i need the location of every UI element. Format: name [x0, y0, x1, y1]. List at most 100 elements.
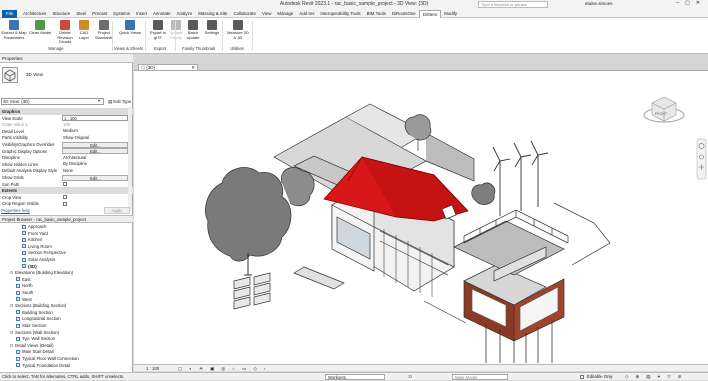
view-icon — [16, 297, 20, 302]
property-value[interactable]: None — [62, 168, 128, 174]
chevron-down-icon[interactable]: ▾ — [98, 98, 100, 104]
property-value[interactable]: 1 : 100 — [62, 115, 128, 122]
view-icon — [16, 316, 20, 321]
browser-item-label: Building Section — [22, 309, 53, 315]
view-scale[interactable]: 1 : 100 — [146, 365, 159, 372]
browser-item[interactable]: ⊟ Elevations (Building Elevation) — [10, 270, 73, 277]
property-value[interactable]: Architectural — [62, 155, 128, 161]
browser-item-label: Section Perspective — [28, 250, 66, 256]
view-icon — [16, 277, 20, 282]
browser-item[interactable]: ⊟ Detail Views (Detail) — [10, 343, 54, 350]
view-selector-dropdown[interactable]: 3D View: {3D} — [1, 98, 104, 105]
browser-item[interactable]: Longitudinal Section — [16, 316, 61, 323]
viewcube[interactable]: FRONT — [643, 96, 685, 123]
property-value[interactable]: Edit... — [62, 141, 128, 148]
update-family-button[interactable]: Update Family — [168, 20, 184, 40]
browser-item[interactable]: ⊟ Sections (Building Section) — [10, 303, 66, 310]
browser-item[interactable]: Solar Analysis — [22, 257, 55, 264]
design-option-dropdown[interactable]: Main Model — [452, 374, 508, 380]
workset-dropdown[interactable]: Workset1 — [325, 374, 385, 380]
batch-update-button[interactable]: Batch Update — [185, 20, 201, 40]
search-input[interactable]: Type a keyword or phrase — [478, 1, 548, 8]
status-bar: Click to select, TAB for alternates, CTR… — [0, 372, 708, 380]
ribbon-button-label: Delete Revision Clouds — [57, 30, 73, 44]
browser-item-label: Detail Views (Detail) — [15, 342, 54, 348]
properties-help-link[interactable]: Properties help — [1, 208, 30, 213]
properties-header: Properties — [0, 54, 133, 63]
delete-revision-clouds-button[interactable]: Delete Revision Clouds — [54, 20, 76, 45]
properties-scrollbar[interactable] — [128, 107, 132, 210]
browser-item[interactable]: ⊟ Sections (Wall Section) — [10, 330, 59, 337]
settings-button[interactable]: Settings — [202, 20, 222, 36]
property-checkbox[interactable] — [63, 182, 67, 187]
browser-item[interactable]: South — [16, 290, 33, 297]
ribbon-group-label: Export — [153, 46, 167, 51]
property-checkbox[interactable] — [63, 195, 67, 200]
ribbon-button-label: Extract & Map Parameters — [1, 30, 27, 40]
browser-item[interactable]: From Yard — [22, 231, 48, 238]
view-icon — [22, 237, 26, 242]
cad-layer-button[interactable]: CAD Layer — [76, 20, 92, 40]
browser-item-label: Longitudinal Section — [22, 316, 61, 322]
view-icon — [22, 257, 26, 262]
browser-item-label: Typical Foundation Detail — [22, 362, 71, 368]
browser-item[interactable]: Typical Floor Wall Connection — [16, 356, 79, 363]
browser-item[interactable]: Kitchen — [22, 237, 42, 244]
update-family-icon — [171, 20, 181, 30]
browser-item-label: Main Stair Detail — [22, 349, 54, 355]
property-value[interactable]: Show Original — [62, 135, 128, 141]
apply-button[interactable]: Apply — [104, 207, 130, 214]
measure-2d-3d-button[interactable]: Measure 2D & 3D — [226, 20, 250, 40]
quick-views-button[interactable]: Quick Views — [116, 20, 144, 36]
browser-item-label: East — [22, 276, 31, 282]
browser-item[interactable]: Main Stair Detail — [16, 349, 54, 356]
view-icon — [22, 224, 26, 229]
view-type-icon — [2, 67, 18, 83]
navigation-bar[interactable] — [696, 138, 707, 180]
viewcube-face-label: FRONT — [655, 112, 668, 116]
user-account[interactable]: elaine.simoes — [585, 1, 613, 6]
ribbon-button-label: Quick Views — [119, 30, 141, 35]
browser-item[interactable]: East — [16, 277, 31, 284]
extract-map-parameters-button[interactable]: Extract & Map Parameters — [1, 20, 27, 40]
3d-viewport[interactable]: FRONT — [134, 71, 708, 364]
browser-item[interactable]: {3D} — [22, 264, 37, 271]
property-value[interactable]: Edit... — [62, 174, 128, 181]
browser-item[interactable]: Building Section — [16, 310, 53, 317]
clean-model-button[interactable]: Clean Model — [28, 20, 52, 36]
view-control-icons[interactable]: ▢ ◐ ☀ ▣ ◎ ⌂ ▭ ◇ › — [178, 365, 268, 372]
file-menu-button[interactable]: File — [2, 10, 17, 18]
browser-item[interactable]: Stair Section — [16, 323, 46, 330]
project-standards-icon — [99, 20, 109, 30]
view-icon — [22, 250, 26, 255]
browser-item-label: Approach — [28, 224, 47, 229]
title-bar: Autodesk Revit 2023.1 - rac_basic_sample… — [0, 0, 708, 9]
view-icon — [16, 349, 20, 354]
browser-item[interactable]: Approach — [22, 224, 46, 231]
browser-item[interactable]: Typ. Wall Section — [16, 336, 55, 343]
browser-item-label: From Yard — [28, 230, 48, 236]
property-value[interactable]: Medium — [62, 128, 128, 134]
browser-item[interactable]: Section Perspective — [22, 250, 66, 257]
ribbon-button-label: Measure 2D & 3D — [227, 30, 249, 40]
browser-item[interactable]: West — [16, 297, 32, 304]
model-render: FRONT — [205, 96, 707, 363]
property-value[interactable]: 100 — [62, 122, 128, 128]
export-to-gltf-button[interactable]: Export to glTF — [148, 20, 168, 40]
browser-item-label: {3D} — [28, 263, 37, 269]
editable-only-checkbox[interactable] — [580, 375, 584, 379]
property-checkbox[interactable] — [63, 201, 67, 206]
browser-item-label: Typ. Wall Section — [22, 336, 56, 342]
property-value[interactable]: By Discipline — [62, 161, 128, 167]
tab-3d-view[interactable]: ⬡ {3D} ✕ — [138, 64, 198, 71]
browser-item-label: Living Room — [28, 243, 52, 249]
browser-item-label: Elevations (Building Elevation) — [15, 270, 74, 276]
property-value[interactable]: Edit... — [62, 148, 128, 155]
ribbon-panel: Extract & Map Parameters Clean Model Delet… — [0, 18, 708, 54]
browser-item[interactable]: Typical Foundation Detail — [16, 363, 70, 370]
edit-type-button[interactable]: ▤ Edit Type — [108, 98, 132, 105]
ribbon-group-label: Utilities — [230, 46, 244, 51]
browser-item[interactable]: North — [16, 283, 33, 290]
window-controls[interactable]: –▢✕ — [676, 0, 706, 6]
browser-item[interactable]: Living Room — [22, 244, 52, 251]
